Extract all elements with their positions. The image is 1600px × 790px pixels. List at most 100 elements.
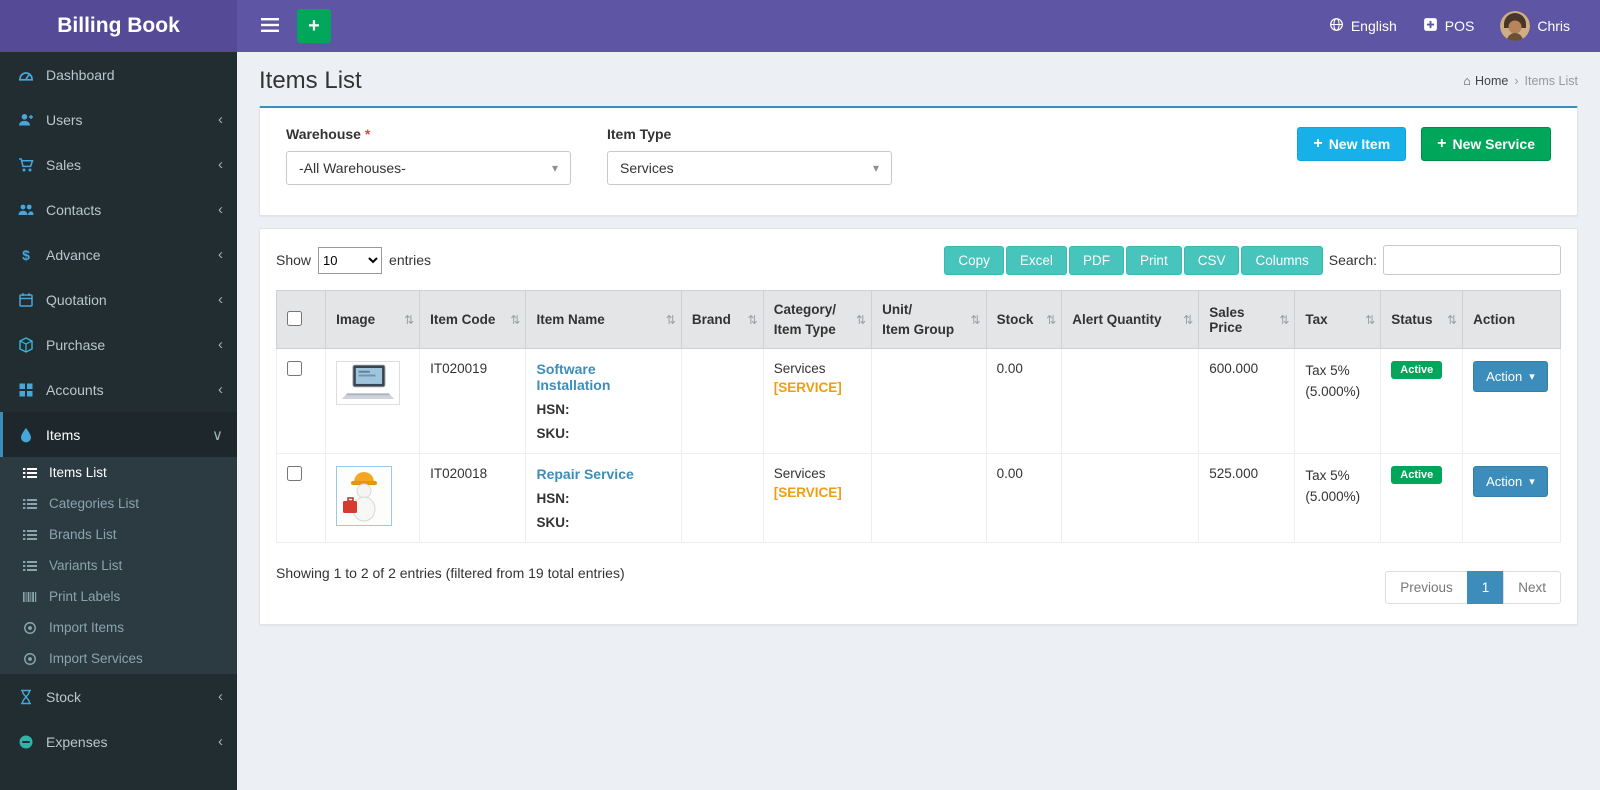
status-badge: Active — [1391, 361, 1443, 380]
main-content: Items List ⌂ Home › Items List Warehouse — [237, 52, 1600, 790]
sidebar: Dashboard Users ‹ Sales ‹ Contacts ‹ $ A… — [0, 52, 237, 790]
col-tax[interactable]: Tax ⇅ — [1294, 289, 1382, 350]
col-item-name[interactable]: Item Name ⇅ — [525, 289, 682, 350]
sort-icon: ⇅ — [1447, 312, 1458, 327]
print-button[interactable]: Print — [1125, 245, 1182, 275]
warehouse-select[interactable]: -All Warehouses- ▾ — [286, 151, 571, 185]
sidebar-subitem-categories-list[interactable]: Categories List — [0, 488, 237, 519]
pagination-next[interactable]: Next — [1503, 571, 1561, 605]
col-category-item-type[interactable]: Category/ Item Type ⇅ — [762, 289, 873, 350]
sidebar-toggle-button[interactable] — [247, 6, 293, 47]
sidebar-item-label: Purchase — [46, 336, 106, 353]
col-image[interactable]: Image ⇅ — [325, 289, 421, 350]
sidebar-item-items[interactable]: Items ∨ — [0, 412, 237, 457]
item-name-link[interactable]: Repair Service — [536, 466, 633, 482]
hamburger-icon — [261, 17, 279, 35]
pos-button[interactable]: POS — [1423, 17, 1474, 35]
droplet-icon — [15, 427, 37, 443]
sidebar-item-expenses[interactable]: Expenses ‹ — [0, 719, 237, 764]
col-stock[interactable]: Stock ⇅ — [985, 289, 1063, 350]
cell-select — [275, 453, 327, 544]
items-table-head: Image ⇅ Item Code ⇅ Item Name ⇅ Brand ⇅ … — [275, 289, 1561, 350]
filter-row: Warehouse * -All Warehouses- ▾ Item Type — [286, 126, 1551, 185]
filters-card: Warehouse * -All Warehouses- ▾ Item Type — [259, 106, 1578, 216]
page-length-select[interactable]: 10 — [318, 246, 383, 274]
sort-icon: ⇅ — [404, 312, 415, 327]
sort-icon: ⇅ — [1365, 312, 1376, 327]
sort-icon: ⇅ — [747, 312, 758, 327]
item-name-link[interactable]: Software Installation — [536, 361, 670, 393]
action-dropdown-button[interactable]: Action ▾ — [1473, 466, 1548, 498]
search-input[interactable] — [1383, 245, 1561, 275]
sidebar-subitem-import-services[interactable]: Import Services — [0, 643, 237, 674]
app-root: Billing Book + English POS Chris Dashboa… — [0, 0, 1600, 790]
sku-label: SKU: — [536, 426, 570, 442]
plus-icon: + — [1313, 135, 1323, 152]
sidebar-item-purchase[interactable]: Purchase ‹ — [0, 322, 237, 367]
plus-square-icon — [1423, 17, 1438, 35]
csv-button[interactable]: CSV — [1183, 245, 1240, 275]
sidebar-item-accounts[interactable]: Accounts ‹ — [0, 367, 237, 412]
hourglass-icon — [15, 689, 37, 705]
sidebar-item-quotation[interactable]: Quotation ‹ — [0, 277, 237, 322]
warehouse-field: Warehouse * -All Warehouses- ▾ — [286, 126, 571, 185]
col-brand[interactable]: Brand ⇅ — [680, 289, 764, 350]
sidebar-subitem-print-labels[interactable]: Print Labels — [0, 581, 237, 612]
copy-button[interactable]: Copy — [944, 245, 1004, 275]
col-stock-label: Stock — [996, 312, 1034, 328]
cell-sales-price: 525.000 — [1198, 453, 1296, 544]
cell-action: Action ▾ — [1462, 453, 1561, 544]
caret-down-icon: ▾ — [872, 161, 879, 175]
sidebar-item-dashboard[interactable]: Dashboard — [0, 52, 237, 97]
cell-unit-group — [871, 453, 987, 544]
calendar-icon — [15, 292, 37, 308]
sidebar-item-stock[interactable]: Stock ‹ — [0, 674, 237, 719]
new-item-button[interactable]: + New Item — [1297, 127, 1407, 161]
sidebar-subitem-items-list[interactable]: Items List — [0, 457, 237, 488]
tax-rate: (5.000%) — [1305, 384, 1361, 400]
sidebar-subitem-label: Import Services — [49, 651, 143, 666]
select-all-checkbox[interactable] — [287, 310, 302, 326]
breadcrumb-home-link[interactable]: ⌂ Home — [1463, 74, 1508, 88]
cell-stock: 0.00 — [985, 453, 1063, 544]
sidebar-item-users[interactable]: Users ‹ — [0, 97, 237, 142]
col-item-code[interactable]: Item Code ⇅ — [419, 289, 527, 350]
user-menu[interactable]: Chris — [1500, 11, 1570, 41]
cell-tax: Tax 5% (5.000%) — [1294, 348, 1382, 455]
pagination-page-1[interactable]: 1 — [1466, 571, 1505, 605]
columns-button[interactable]: Columns — [1241, 245, 1323, 275]
excel-button[interactable]: Excel — [1005, 245, 1067, 275]
chevron-left-icon: ‹ — [218, 291, 223, 308]
table-toolbar: Show 10 entries Copy Excel PDF Print CSV… — [276, 245, 1561, 275]
new-service-button[interactable]: + New Service — [1421, 127, 1551, 161]
warehouse-label: Warehouse * — [286, 126, 571, 142]
page-title: Items List — [259, 67, 362, 94]
pagination-previous[interactable]: Previous — [1385, 571, 1468, 605]
col-status[interactable]: Status ⇅ — [1380, 289, 1464, 350]
quick-add-button[interactable]: + — [297, 9, 331, 43]
app-logo[interactable]: Billing Book — [0, 0, 237, 52]
sidebar-subitem-brands-list[interactable]: Brands List — [0, 519, 237, 550]
language-menu[interactable]: English — [1329, 17, 1397, 35]
sidebar-item-label: Quotation — [46, 291, 107, 308]
item-type-select[interactable]: Services ▾ — [607, 151, 892, 185]
entries-label: entries — [389, 252, 432, 268]
action-dropdown-button[interactable]: Action ▾ — [1473, 361, 1548, 393]
item-image-laptop[interactable] — [336, 361, 401, 406]
sidebar-item-contacts[interactable]: Contacts ‹ — [0, 187, 237, 232]
col-action-label: Action — [1473, 312, 1516, 328]
item-image-repair-figure[interactable] — [336, 466, 393, 527]
sidebar-subitem-import-items[interactable]: Import Items — [0, 612, 237, 643]
sidebar-item-advance[interactable]: $ Advance ‹ — [0, 232, 237, 277]
col-sales-price[interactable]: Sales Price ⇅ — [1198, 289, 1296, 350]
col-select — [275, 289, 327, 350]
row-checkbox[interactable] — [287, 361, 302, 377]
sort-icon: ⇅ — [856, 312, 867, 327]
col-unit-item-group[interactable]: Unit/ Item Group ⇅ — [871, 289, 987, 350]
pdf-button[interactable]: PDF — [1068, 245, 1124, 275]
col-unit-line1: Unit/ — [882, 302, 913, 317]
col-alert-quantity[interactable]: Alert Quantity ⇅ — [1061, 289, 1200, 350]
sidebar-subitem-variants-list[interactable]: Variants List — [0, 550, 237, 581]
row-checkbox[interactable] — [287, 466, 302, 482]
sidebar-item-sales[interactable]: Sales ‹ — [0, 142, 237, 187]
